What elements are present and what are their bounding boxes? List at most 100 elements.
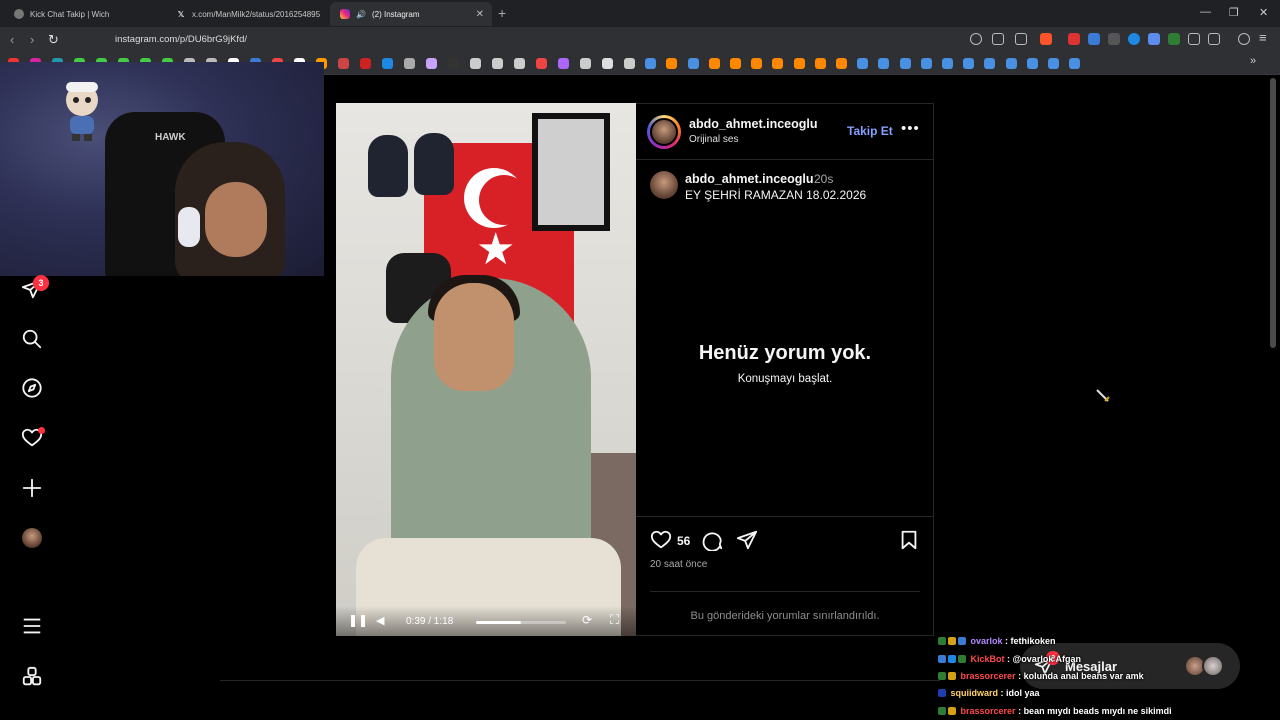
menu-icon[interactable]: ≡ <box>1259 30 1267 45</box>
close-tab-icon[interactable]: ✕ <box>476 9 484 20</box>
bookmark-icon[interactable] <box>448 58 459 69</box>
bookmark-icon[interactable] <box>920 58 932 69</box>
video-progress-fill <box>476 621 521 624</box>
restore-button[interactable]: ❐ <box>1229 6 1239 19</box>
page-scrollbar[interactable] <box>1270 78 1276 348</box>
extension-icon[interactable] <box>1168 33 1180 45</box>
messages-pill[interactable]: 2 Mesajlar <box>1020 643 1240 689</box>
save-icon[interactable] <box>898 529 920 551</box>
bookmark-icon[interactable] <box>1026 58 1038 69</box>
bookmark-icon[interactable] <box>470 58 481 69</box>
brave-shield-icon[interactable] <box>1040 33 1052 45</box>
bookmark-icon[interactable] <box>404 58 415 69</box>
badge-icon <box>958 637 966 645</box>
bookmark-icon[interactable] <box>963 58 975 69</box>
extension-icon[interactable] <box>1148 33 1160 45</box>
bookmark-icon[interactable] <box>793 58 805 69</box>
bookmark-icon[interactable] <box>338 58 349 69</box>
new-tab-button[interactable]: + <box>498 5 506 21</box>
comments-limited-notice: Bu gönderideki yorumlar sınırlandırıldı. <box>650 591 920 622</box>
bookmark-icon[interactable] <box>1048 58 1059 69</box>
person-head <box>434 283 514 391</box>
badge-icon <box>938 655 946 663</box>
reload-icon[interactable]: ↻ <box>48 32 59 48</box>
author-username[interactable]: abdo_ahmet.inceoglu <box>689 117 818 131</box>
extension-icon[interactable] <box>1068 33 1080 45</box>
volume-icon[interactable]: ◀ <box>376 614 384 627</box>
zoom-icon[interactable] <box>970 33 982 45</box>
bookmark-icon[interactable] <box>836 58 847 69</box>
caption-avatar[interactable] <box>650 171 678 199</box>
bookmark-icon[interactable] <box>899 58 911 69</box>
bookmark-icon[interactable] <box>514 58 525 69</box>
bookmark-icon[interactable] <box>708 58 720 69</box>
music-icon[interactable] <box>1238 33 1250 45</box>
follow-button[interactable]: Takip Et <box>847 124 893 138</box>
bookmark-icon[interactable] <box>814 58 826 69</box>
bookmark-icon[interactable] <box>360 58 371 69</box>
boxing-glove <box>368 135 408 197</box>
bookmark-icon[interactable] <box>984 58 996 69</box>
bookmark-icon[interactable] <box>602 58 613 69</box>
bookmark-icon[interactable] <box>772 58 784 69</box>
bookmark-icon[interactable] <box>1069 58 1081 69</box>
share-icon[interactable] <box>1015 33 1027 45</box>
bookmark-icon[interactable] <box>1005 58 1017 69</box>
puzzle-icon[interactable] <box>1188 33 1200 45</box>
bookmark-icon[interactable] <box>942 58 953 69</box>
bookmark-icon[interactable] <box>624 58 635 69</box>
bookmark-icon[interactable] <box>645 58 657 69</box>
like-count[interactable]: 56 <box>677 534 690 548</box>
bookmark-icon[interactable] <box>666 58 678 69</box>
tab-kick-chat[interactable]: Kick Chat Takip | Wich <box>4 2 164 26</box>
close-window-button[interactable]: ✕ <box>1259 6 1268 19</box>
chat-separator: : <box>998 688 1007 698</box>
video-progress[interactable] <box>476 621 566 624</box>
create-icon[interactable] <box>20 476 44 500</box>
fullscreen-icon[interactable]: ⛶ <box>610 612 619 628</box>
extension-icon[interactable] <box>1088 33 1100 45</box>
more-bookmarks-icon[interactable]: » <box>1250 55 1256 67</box>
bookmark-icon[interactable] <box>382 58 393 69</box>
cast-icon[interactable] <box>992 33 1004 45</box>
like-icon[interactable] <box>650 529 672 551</box>
bookmark-icon[interactable] <box>730 58 741 69</box>
menu-icon[interactable] <box>20 614 44 638</box>
bookmark-icon[interactable] <box>687 58 699 69</box>
more-options-button[interactable]: ••• <box>901 120 920 137</box>
notification-badge: 3 <box>33 275 49 291</box>
bookmark-icon[interactable] <box>857 58 869 69</box>
globe-icon <box>14 9 24 19</box>
bookmark-icon[interactable] <box>536 58 547 69</box>
audio-label[interactable]: Orijinal ses <box>689 134 738 145</box>
bookmark-icon[interactable] <box>751 58 763 69</box>
tab-x-status[interactable]: 𝕏 x.com/ManMilk2/status/2016254895 <box>166 2 328 26</box>
search-icon[interactable] <box>20 327 44 351</box>
tab-instagram[interactable]: 🔊 (2) Instagram ✕ <box>330 2 492 26</box>
author-avatar[interactable] <box>650 118 678 146</box>
profile-avatar[interactable] <box>20 526 44 550</box>
comment-icon[interactable] <box>701 529 723 551</box>
caption-username[interactable]: abdo_ahmet.inceoglu <box>685 172 814 186</box>
extension-icon[interactable] <box>1108 33 1120 45</box>
tab-strip: Kick Chat Takip | Wich 𝕏 x.com/ManMilk2/… <box>0 0 1280 27</box>
sidebar-icon[interactable] <box>1208 33 1220 45</box>
back-icon[interactable]: ‹ <box>10 32 14 47</box>
explore-icon[interactable] <box>20 376 44 400</box>
settings-icon[interactable]: ⟳ <box>582 613 592 627</box>
bookmark-icon[interactable] <box>580 58 591 69</box>
address-bar[interactable]: instagram.com/p/DU6brG9jKfd/ <box>115 34 247 45</box>
forward-icon[interactable]: › <box>30 32 34 47</box>
no-comments-title: Henüz yorum yok. <box>698 342 872 364</box>
pause-icon[interactable]: ❚❚ <box>348 613 368 627</box>
extension-icon[interactable] <box>1128 33 1140 45</box>
bookmark-icon[interactable] <box>878 58 890 69</box>
chat-message: squiidward : idol yaa <box>938 688 1040 698</box>
share-icon[interactable] <box>736 529 758 551</box>
bookmark-icon[interactable] <box>558 58 569 69</box>
bookmark-icon[interactable] <box>492 58 503 69</box>
bookmark-icon[interactable] <box>426 58 437 69</box>
more-apps-icon[interactable] <box>20 665 44 689</box>
post-video[interactable]: ★ ❚❚ ◀ 0:39 / 1:18 ⟳ ⛶ <box>336 103 636 636</box>
minimize-button[interactable]: — <box>1200 6 1211 18</box>
